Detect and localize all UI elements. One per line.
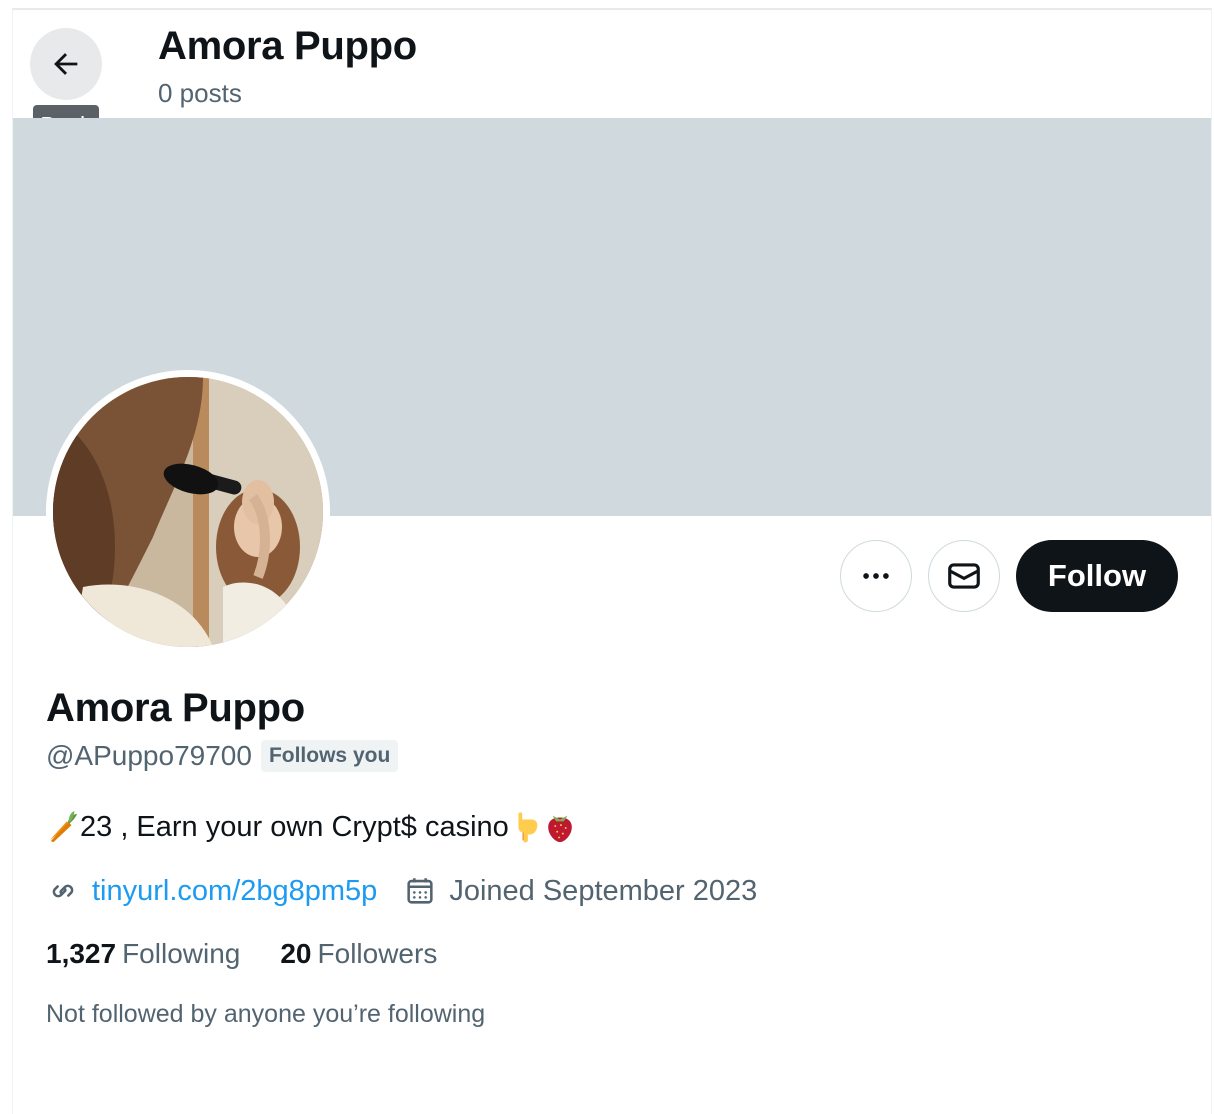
back-button[interactable] [30, 28, 102, 100]
more-options-button[interactable] [840, 540, 912, 612]
link-icon [52, 884, 74, 898]
following-label: Following [122, 938, 241, 969]
profile-tabs: Posts Replies Media Likes [13, 1100, 1211, 1114]
avatar[interactable] [53, 377, 323, 647]
followers-link[interactable]: 20 Followers [280, 938, 437, 970]
profile-header: Amora Puppo 0 posts [13, 10, 1211, 118]
arrow-left-icon [54, 53, 78, 75]
bio: 23 , Earn your own Crypt$ casino [46, 810, 577, 844]
avatar-photo [53, 377, 323, 647]
tab-replies[interactable]: Replies [313, 1100, 613, 1114]
calendar-icon [407, 878, 433, 904]
pointing-down-emoji [518, 812, 538, 843]
tab-media[interactable]: Media [613, 1100, 913, 1114]
profile-meta: tinyurl.com/2bg8pm5p Joined September 20… [46, 874, 757, 908]
followers-count: 20 [280, 938, 312, 969]
following-count: 1,327 [46, 938, 117, 969]
display-name: Amora Puppo [46, 686, 305, 730]
followers-label: Followers [317, 938, 438, 969]
profile-page: Amora Puppo 0 posts Back [12, 8, 1212, 1114]
following-link[interactable]: 1,327 Following [46, 938, 240, 970]
header-title: Amora Puppo [158, 24, 417, 68]
joined-date: Joined September 2023 [449, 874, 758, 907]
post-count: 0 posts [158, 78, 242, 108]
mutual-followers-note: Not followed by anyone you’re following [46, 1000, 486, 1028]
avatar-ring [46, 370, 330, 654]
follows-you-badge: Follows you [260, 740, 399, 772]
carrot-emoji [49, 810, 78, 843]
envelope-icon [948, 563, 980, 589]
message-button[interactable] [928, 540, 1000, 612]
username-handle: @APuppo79700 [46, 740, 252, 771]
tab-posts[interactable]: Posts [13, 1100, 313, 1114]
more-horizontal-icon [863, 573, 889, 579]
profile-link[interactable]: tinyurl.com/2bg8pm5p [92, 875, 377, 908]
follow-button[interactable]: Follow [1016, 540, 1178, 612]
handle-row: @APuppo79700 Follows you [46, 740, 399, 772]
tab-likes[interactable]: Likes [913, 1100, 1211, 1114]
follow-stats: 1,327 Following 20 Followers [46, 938, 437, 970]
bio-text: 23 , Earn your own Crypt$ casino [80, 810, 509, 843]
strawberry-emoji [547, 815, 572, 843]
